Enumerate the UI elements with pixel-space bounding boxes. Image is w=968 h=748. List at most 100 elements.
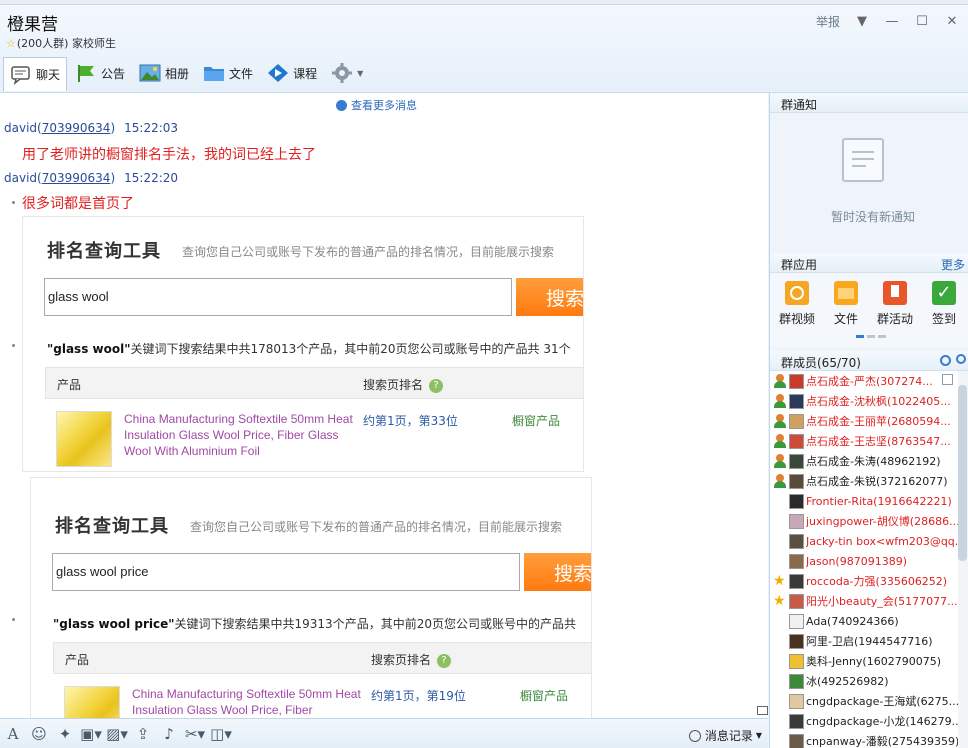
gift-icon[interactable]: ▣▾ bbox=[78, 723, 104, 745]
tab-album[interactable]: 相册 bbox=[133, 57, 195, 89]
notice-title: 群通知 bbox=[781, 98, 818, 112]
badge-placeholder bbox=[773, 514, 787, 528]
member-name: cnpanway-潘毅(275439359) bbox=[806, 735, 960, 748]
checkmark-icon: ✓ bbox=[932, 281, 956, 305]
result-text: 关键词下搜索结果中共19313个产品，其中前20页您公司或账号中的产品共 bbox=[174, 617, 576, 631]
col-product: 产品 bbox=[57, 378, 82, 392]
mail-icon[interactable] bbox=[757, 706, 768, 715]
group-category: 家校师生 bbox=[71, 37, 116, 50]
upload-icon[interactable]: ⇪ bbox=[130, 723, 156, 745]
sender-name[interactable]: david bbox=[4, 121, 37, 135]
scissors-icon[interactable]: ✂▾ bbox=[182, 723, 208, 745]
member-row[interactable]: ★ 阳光小beauty_会(5177077... bbox=[770, 591, 960, 611]
minimize-icon[interactable]: — bbox=[884, 14, 900, 29]
more-icon[interactable]: ◫▾ bbox=[208, 723, 234, 745]
member-row[interactable]: 奥科-Jenny(1602790075) bbox=[770, 651, 960, 671]
tab-chat[interactable]: 聊天 bbox=[3, 57, 68, 91]
chat-area[interactable]: 查看更多消息 david(703990634) 15:22:03 用了老师讲的橱窗… bbox=[0, 93, 768, 718]
member-row[interactable]: cngdpackage-小龙(146279... bbox=[770, 711, 960, 731]
badge-placeholder bbox=[773, 634, 787, 648]
member-row[interactable]: 点石成金-朱涛(48962192) bbox=[770, 451, 960, 471]
message-log-button[interactable]: 消息记录 ▼ bbox=[688, 727, 762, 744]
sender-name[interactable]: david bbox=[4, 171, 37, 185]
member-row[interactable]: Frontier-Rita(1916642221) bbox=[770, 491, 960, 511]
app-activity[interactable]: 群活动 bbox=[873, 281, 917, 327]
message-bullet bbox=[12, 618, 15, 621]
member-row[interactable]: Jacky-tin box<wfm203@qq.... bbox=[770, 531, 960, 551]
member-row[interactable]: 阿里-卫启(1944547716) bbox=[770, 631, 960, 651]
avatar bbox=[789, 493, 804, 509]
member-row[interactable]: 点石成金-严杰(307274... bbox=[770, 371, 960, 391]
member-name: cngdpackage-王海斌(6275... bbox=[806, 695, 960, 708]
sender-uid[interactable]: 703990634 bbox=[42, 171, 111, 185]
star-icon: ★ bbox=[773, 573, 786, 589]
tab-files[interactable]: 文件 bbox=[197, 57, 259, 89]
member-row[interactable]: 冰(492526982) bbox=[770, 671, 960, 691]
page-dots bbox=[856, 335, 886, 338]
magic-icon[interactable]: ✦ bbox=[52, 723, 78, 745]
col-rank-label: 搜索页排名 bbox=[371, 653, 432, 667]
admin-icon bbox=[773, 414, 787, 428]
badge-placeholder bbox=[773, 674, 787, 688]
emoji-icon[interactable]: ☺ bbox=[26, 723, 52, 745]
window-header: 橙果营 ☆(200人群) 家校师生 举报 ▼ — ☐ ✕ 聊天 公告 相册 文件… bbox=[0, 0, 968, 93]
message-header: david(703990634) 15:22:03 bbox=[4, 121, 179, 135]
apps-more-link[interactable]: 更多 bbox=[941, 256, 965, 273]
member-row[interactable]: 点石成金-王丽苹(2680594... bbox=[770, 411, 960, 431]
avatar bbox=[789, 733, 804, 748]
member-row[interactable]: juxingpower-胡仪博(28686... bbox=[770, 511, 960, 531]
avatar bbox=[789, 433, 804, 449]
member-scrollbar[interactable] bbox=[958, 385, 967, 561]
refresh-icon[interactable] bbox=[940, 355, 951, 366]
avatar bbox=[789, 553, 804, 569]
member-row[interactable]: Jason(987091389) bbox=[770, 551, 960, 571]
member-row[interactable]: ★ roccoda-力强(335606252) bbox=[770, 571, 960, 591]
avatar bbox=[789, 373, 804, 389]
member-row[interactable]: cngdpackage-王海斌(6275... bbox=[770, 691, 960, 711]
member-name: 点石成金-严杰(307274... bbox=[806, 375, 933, 388]
member-list[interactable]: 点石成金-严杰(307274... 点石成金-沈秋枫(1022405... 点石成金… bbox=[770, 371, 968, 748]
app-label: 文件 bbox=[833, 312, 858, 326]
product-rank: 约第1页，第33位 bbox=[363, 414, 458, 428]
picture-icon bbox=[139, 63, 161, 83]
sender-uid[interactable]: 703990634 bbox=[42, 121, 111, 135]
avatar bbox=[789, 653, 804, 669]
member-row[interactable]: 点石成金-朱锐(372162077) bbox=[770, 471, 960, 491]
app-checkin[interactable]: ✓ 签到 bbox=[922, 281, 966, 327]
maximize-icon[interactable]: ☐ bbox=[914, 14, 930, 29]
tab-notice[interactable]: 公告 bbox=[69, 57, 131, 89]
settings-menu[interactable]: ▼ bbox=[325, 57, 369, 89]
tool-title: 排名查询工具 bbox=[47, 241, 161, 262]
report-link[interactable]: 举报 bbox=[816, 13, 840, 30]
dropdown-icon[interactable]: ▼ bbox=[854, 14, 870, 29]
more-messages-link[interactable]: 查看更多消息 bbox=[336, 97, 417, 113]
member-name: 阳光小beauty_会(5177077... bbox=[806, 595, 958, 608]
member-row[interactable]: 点石成金-沈秋枫(1022405... bbox=[770, 391, 960, 411]
member-row[interactable]: cnpanway-潘毅(275439359) bbox=[770, 731, 960, 748]
close-icon[interactable]: ✕ bbox=[944, 14, 960, 29]
tab-course[interactable]: 课程 bbox=[261, 57, 323, 89]
title-strip bbox=[0, 0, 968, 5]
member-count: (200人群) bbox=[16, 37, 69, 50]
col-rank-label: 搜索页排名 bbox=[363, 378, 424, 392]
screenshot-image[interactable]: 排名查询工具 查询您自己公司或账号下发布的普通产品的排名情况，目前能展示搜索 g… bbox=[30, 477, 592, 718]
app-group-video[interactable]: 群视频 bbox=[775, 281, 819, 327]
edit-icon[interactable] bbox=[942, 374, 953, 385]
member-name: juxingpower-胡仪博(28686... bbox=[806, 515, 960, 528]
voice-icon[interactable]: ♪ bbox=[156, 723, 182, 745]
history-clock-icon bbox=[688, 729, 701, 742]
badge-placeholder bbox=[773, 654, 787, 668]
search-icon[interactable] bbox=[956, 354, 966, 364]
app-files[interactable]: 文件 bbox=[824, 281, 868, 327]
member-name: 点石成金-沈秋枫(1022405... bbox=[806, 395, 951, 408]
font-icon[interactable]: A bbox=[0, 723, 26, 745]
member-name: cngdpackage-小龙(146279... bbox=[806, 715, 960, 728]
member-row[interactable]: 点石成金-王志坚(8763547... bbox=[770, 431, 960, 451]
member-name: 奥科-Jenny(1602790075) bbox=[806, 655, 942, 668]
image-icon[interactable]: ▨▾ bbox=[104, 723, 130, 745]
member-row[interactable]: Ada(740924366) bbox=[770, 611, 960, 631]
product-rank: 约第1页，第19位 bbox=[371, 689, 466, 703]
window-controls: 举报 ▼ — ☐ ✕ bbox=[816, 13, 960, 30]
screenshot-image[interactable]: 排名查询工具 查询您自己公司或账号下发布的普通产品的排名情况，目前能展示搜索 g… bbox=[22, 216, 584, 472]
admin-icon bbox=[773, 374, 787, 388]
